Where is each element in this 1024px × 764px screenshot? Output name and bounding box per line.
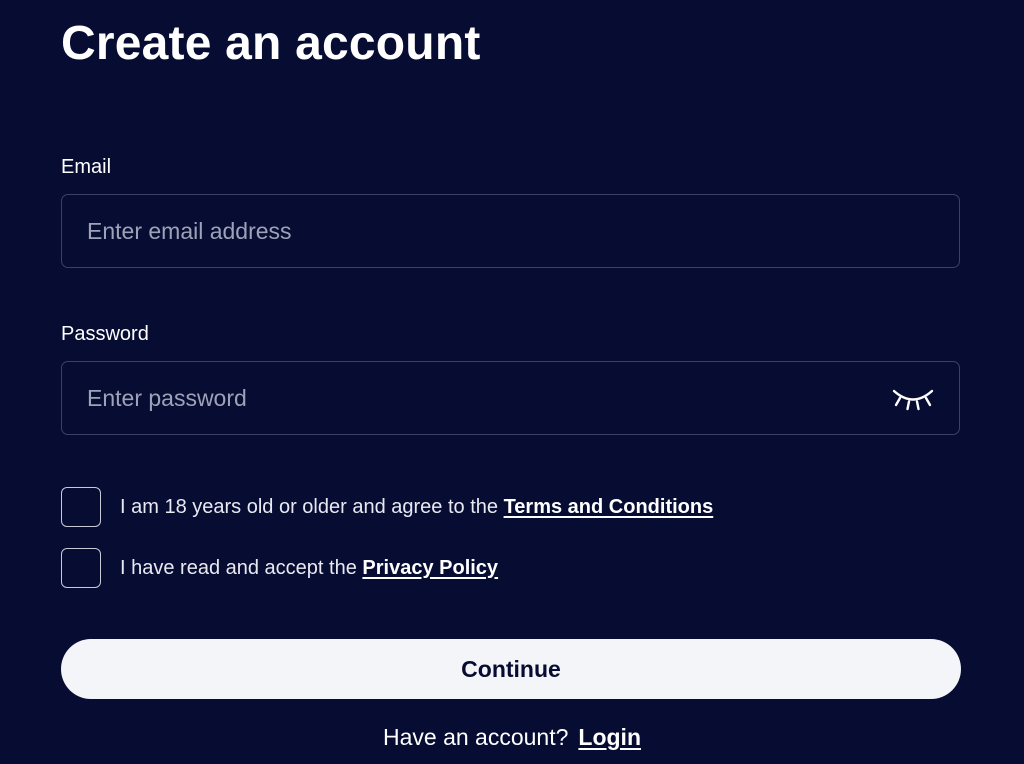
signup-page: Create an account Email Password I am 18… bbox=[0, 0, 1024, 764]
email-input[interactable] bbox=[62, 195, 959, 267]
email-field-container bbox=[61, 194, 960, 268]
email-label: Email bbox=[61, 156, 112, 178]
page-title: Create an account bbox=[61, 17, 481, 70]
terms-text: I am 18 years old or older and agree to … bbox=[120, 495, 504, 518]
terms-agreement-text: I am 18 years old or older and agree to … bbox=[120, 496, 713, 519]
eye-closed-icon bbox=[892, 389, 934, 411]
terms-checkbox[interactable] bbox=[61, 487, 101, 527]
login-prompt-text: Have an account? bbox=[383, 724, 569, 750]
privacy-checkbox[interactable] bbox=[61, 548, 101, 588]
password-label: Password bbox=[61, 323, 149, 345]
terms-and-conditions-link[interactable]: Terms and Conditions bbox=[504, 496, 714, 518]
privacy-agreement-row: I have read and accept the Privacy Polic… bbox=[61, 547, 498, 589]
password-field-container bbox=[61, 361, 960, 435]
terms-agreement-row: I am 18 years old or older and agree to … bbox=[61, 486, 713, 528]
privacy-policy-link[interactable]: Privacy Policy bbox=[362, 557, 498, 579]
login-link[interactable]: Login bbox=[578, 724, 641, 750]
password-input[interactable] bbox=[62, 362, 959, 434]
login-prompt: Have an account? Login bbox=[0, 722, 1024, 752]
privacy-text: I have read and accept the bbox=[120, 556, 363, 579]
privacy-agreement-text: I have read and accept the Privacy Polic… bbox=[120, 557, 498, 580]
toggle-password-visibility-button[interactable] bbox=[891, 386, 935, 412]
continue-button[interactable]: Continue bbox=[61, 639, 961, 699]
